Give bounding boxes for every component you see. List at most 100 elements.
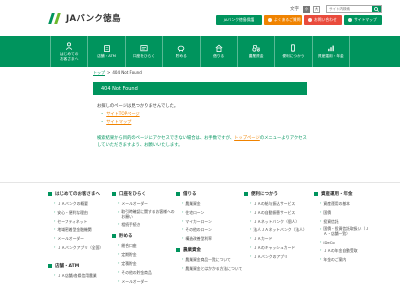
protection-button[interactable]: JAバンク徳島保護 — [216, 15, 262, 25]
nav-item-beginner[interactable]: はじめての お客さまへ — [50, 36, 87, 67]
arrow-icon: › — [54, 272, 56, 277]
footer-heading[interactable]: 農業資金 — [176, 247, 242, 253]
not-found-message: お探しのページは見つかりませんでした。 — [97, 104, 179, 109]
square-bullet-icon — [176, 192, 180, 196]
square-bullet-icon — [112, 192, 116, 196]
faq-button[interactable]: よくあるご質問 — [264, 15, 302, 25]
arrow-icon: › — [54, 209, 56, 214]
arrow-icon: › — [250, 201, 252, 205]
arrow-icon: › — [182, 227, 184, 232]
footer-link[interactable]: › 構造改善型利率 — [182, 236, 242, 242]
footer-link[interactable]: › その他のローン — [182, 227, 242, 233]
nav-item-agri-fund[interactable]: 農業資金 — [236, 36, 274, 67]
faq-button-label: よくあるご質問 — [274, 17, 301, 22]
sitemap-button[interactable]: サイトマップ — [344, 15, 382, 25]
sitemap-button-label: サイトマップ — [354, 17, 377, 22]
nav-item-investment[interactable]: 資産運用・年金 — [311, 36, 350, 67]
footer-heading[interactable]: 店舗・ATM — [48, 263, 103, 269]
nav-item-convenient[interactable]: 便利につかう — [274, 36, 311, 67]
bullet-icon: ・ — [100, 119, 105, 124]
footer-link[interactable]: › ＪＡバンクの概要 — [54, 201, 103, 207]
arrow-icon: › — [182, 218, 184, 223]
nav-item-branch-atm[interactable]: 店舗・ATM — [87, 36, 124, 67]
passbook-icon — [140, 45, 148, 52]
footer-link[interactable]: › ＪＡバンクアプリ（全国） — [54, 245, 103, 251]
sitemap-link[interactable]: サイトマップ — [106, 119, 131, 125]
header-buttons: JAバンク徳島保護 よくあるご質問 お問い合わせ サイトマップ — [216, 15, 382, 25]
breadcrumb-home-link[interactable]: トップ — [93, 70, 105, 76]
site-logo[interactable]: JAバンク徳島 — [48, 12, 121, 24]
footer-link[interactable]: › セーフティネット — [54, 219, 103, 225]
arrow-icon: › — [250, 253, 252, 258]
footer-link[interactable]: › ＪＡの給与振込サービス — [250, 201, 307, 207]
footer-link[interactable]: › その他の貯金商品 — [118, 270, 176, 276]
top-page-link[interactable]: トップページ — [234, 136, 260, 141]
footer-link[interactable]: › 総合口座 — [118, 243, 176, 249]
font-size-small-button[interactable]: 小 — [303, 5, 310, 13]
nav-item-open-account[interactable]: 口座をひらく — [124, 36, 162, 67]
footer-link[interactable]: › 投資信託 — [320, 219, 372, 225]
footer-link[interactable]: › 資産運用の基本 — [320, 201, 372, 207]
footer-link[interactable]: › iDeCo — [320, 240, 372, 245]
help-note: 検索結果から目的のページにアクセスできない場合は、お手数ですが、トップページのメ… — [97, 136, 309, 149]
footer-link[interactable]: › 取引時確認に関するお客様へのお願い — [118, 209, 176, 220]
footer-link[interactable]: › 国債・投資信託取扱い（ＪＡ・店舗一覧） — [320, 226, 372, 237]
site-top-link[interactable]: サイトTOPページ — [106, 111, 139, 117]
bullet-icon: ・ — [100, 111, 105, 116]
ja-logo-icon — [48, 12, 64, 24]
arrow-icon: › — [320, 201, 322, 205]
footer-link[interactable]: › メールオーダー — [118, 201, 176, 207]
footer-heading[interactable]: 資産運用・年金 — [314, 191, 372, 197]
font-size-large-button[interactable]: 大 — [313, 5, 320, 13]
search-button[interactable] — [372, 6, 381, 12]
nav-item-borrow[interactable]: 借りる — [199, 36, 237, 67]
footer-link[interactable]: › 農業資金 — [182, 201, 242, 207]
footer-link[interactable]: › 年金のご案内 — [320, 257, 372, 263]
footer-link[interactable]: › 相続手続き — [118, 222, 176, 228]
footer-link[interactable]: › ＪＡバンクのアプリ — [250, 254, 307, 260]
nav-item-save[interactable]: 貯める — [162, 36, 199, 67]
footer-link[interactable]: › ＪＡの自動振替サービス — [250, 210, 307, 216]
footer-link[interactable]: › 農業資金とはかかる方法について — [182, 266, 242, 272]
footer-link[interactable]: › ＪＡカード — [250, 236, 307, 242]
page-title: 404 Not Found — [101, 85, 138, 92]
footer-link[interactable]: › 農業資金商品一覧について — [182, 257, 242, 263]
contact-button[interactable]: お問い合わせ — [304, 15, 342, 25]
footer-link[interactable]: › 法人ＪＡネットバンク（法人） — [250, 227, 307, 233]
square-bullet-icon — [244, 192, 248, 196]
footer-col-open-account: 口座をひらく › メールオーダー › 取引時確認に関するお客様へのお願い › 相続手続… — [112, 191, 176, 287]
search-icon — [374, 6, 379, 12]
footer-col-investment: 資産運用・年金 › 資産運用の基本 › 国債 › 投資信託 › 国債・投資信託取扱い（Ｊ… — [314, 191, 372, 265]
arrow-icon: › — [182, 201, 184, 205]
arrow-icon: › — [118, 222, 120, 227]
tractor-icon — [252, 45, 260, 52]
footer-link[interactable]: › 安心・便利な理由 — [54, 210, 103, 216]
footer-link[interactable]: › メールオーダー — [118, 279, 176, 285]
footer-heading[interactable]: 借りる — [176, 191, 242, 197]
footer-link[interactable]: › 住宅ローン — [182, 210, 242, 216]
arrow-icon: › — [54, 244, 56, 249]
footer-link[interactable]: › ＪＡの年金自動受取 — [320, 248, 372, 254]
footer-link[interactable]: › 国債 — [320, 210, 372, 216]
breadcrumb-separator: > — [107, 70, 111, 75]
footer-heading[interactable]: 貯める — [112, 233, 176, 239]
footer-link[interactable]: › 定期貯金 — [118, 252, 176, 258]
arrow-icon: › — [118, 269, 120, 274]
footer-link[interactable]: › マイカーローン — [182, 219, 242, 225]
footer-heading[interactable]: 口座をひらく — [112, 191, 176, 197]
footer-link[interactable]: › メールオーダー — [54, 236, 103, 242]
footer-heading[interactable]: 便利につかう — [244, 191, 307, 197]
list-item: ・サイトマップ — [100, 119, 140, 125]
footer-link[interactable]: › ＪＡネットバンク（個人） — [250, 219, 307, 225]
footer-link[interactable]: › ＪＡ店舗/各県信用農業 — [54, 273, 103, 279]
footer-link[interactable]: › 地域密着型金融機関 — [54, 227, 103, 233]
footer-link[interactable]: › ＪＡのキャッシュカード — [250, 245, 307, 251]
footer-heading[interactable]: はじめてのお客さまへ — [48, 191, 103, 197]
footer-col-beginner: はじめてのお客さまへ › ＪＡバンクの概要 › 安心・便利な理由 › セーフティネット… — [48, 191, 103, 282]
arrow-icon: › — [320, 218, 322, 223]
footer-link[interactable]: › 定積貯金 — [118, 261, 176, 267]
footer-col-borrow: 借りる › 農業資金 › 住宅ローン › マイカーローン › その他のローン › 構造改善… — [176, 191, 242, 275]
search-input[interactable] — [327, 6, 373, 12]
square-bullet-icon — [112, 234, 116, 239]
person-icon — [66, 42, 73, 50]
